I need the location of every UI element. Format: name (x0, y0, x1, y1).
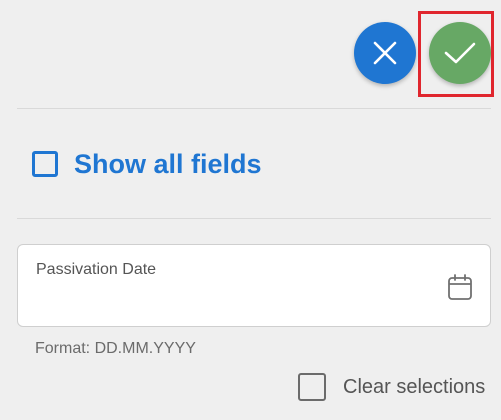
date-format-hint: Format: DD.MM.YYYY (35, 340, 196, 357)
passivation-date-field[interactable]: Passivation Date (17, 244, 491, 327)
clear-selections-checkbox[interactable] (298, 373, 326, 401)
clear-selections-toggle[interactable]: Clear selections (298, 373, 485, 401)
calendar-icon (448, 274, 472, 300)
divider (17, 218, 491, 219)
check-icon (444, 42, 476, 64)
cancel-button[interactable] (354, 22, 416, 84)
passivation-date-input[interactable] (36, 289, 436, 313)
clear-selections-label[interactable]: Clear selections (343, 376, 485, 399)
divider (17, 108, 491, 109)
passivation-date-label: Passivation Date (36, 261, 157, 278)
show-all-fields-label[interactable]: Show all fields (74, 146, 262, 182)
show-all-fields-toggle[interactable]: Show all fields (32, 146, 262, 182)
confirm-button[interactable] (429, 22, 491, 84)
calendar-button[interactable] (446, 272, 474, 302)
close-icon (373, 41, 397, 65)
show-all-fields-checkbox[interactable] (32, 151, 58, 177)
